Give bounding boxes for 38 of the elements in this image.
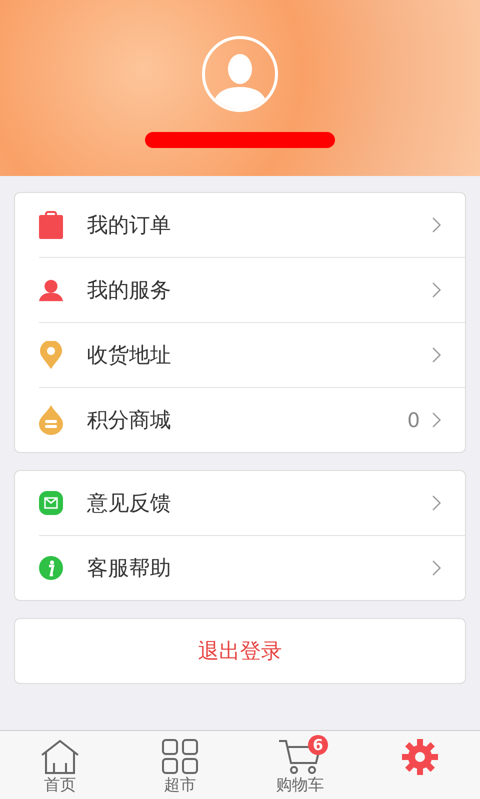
person-icon xyxy=(39,278,63,302)
chevron-right-icon xyxy=(432,217,441,233)
clipboard-icon xyxy=(39,211,63,239)
chevron-right-icon xyxy=(432,347,441,363)
menu-item[interactable]: 收货地址 xyxy=(39,322,465,387)
tab-item[interactable]: 超市 xyxy=(120,731,240,799)
menu-item-label: 我的订单 xyxy=(87,212,172,239)
chevron-right-icon xyxy=(432,495,441,511)
logout-button[interactable]: 退出登录 xyxy=(14,618,466,684)
menu-item[interactable]: 我的服务 xyxy=(39,257,465,322)
tab-label: 首页 xyxy=(44,775,76,795)
tab-label: 超市 xyxy=(164,775,196,795)
menu-item-label: 我的服务 xyxy=(87,277,172,304)
info-icon xyxy=(39,556,63,580)
cart-icon xyxy=(278,739,322,775)
tab-label: 购物车 xyxy=(276,775,324,795)
chevron-right-icon xyxy=(432,560,441,576)
tab-item[interactable]: 首页 xyxy=(0,731,120,799)
grid-icon xyxy=(161,739,199,775)
menu-item-label: 收货地址 xyxy=(87,342,172,369)
coin-drop-icon xyxy=(39,405,63,435)
menu-item-label: 客服帮助 xyxy=(87,555,172,582)
menu-item[interactable]: 积分商城 0 xyxy=(39,387,465,452)
menu-item-label: 意见反馈 xyxy=(87,490,172,517)
avatar-placeholder[interactable] xyxy=(202,36,278,112)
mail-icon xyxy=(39,491,63,515)
menu-item-label: 积分商城 xyxy=(87,407,172,434)
cart-count-badge: 6 xyxy=(308,735,328,755)
menu-item[interactable]: 我的订单 xyxy=(15,193,465,257)
gear-icon xyxy=(401,739,439,775)
points-count: 0 xyxy=(407,408,420,432)
location-pin-icon xyxy=(40,341,62,369)
home-icon xyxy=(40,739,80,775)
chevron-right-icon xyxy=(432,282,441,298)
menu-item[interactable]: 客服帮助 xyxy=(39,535,465,600)
chevron-right-icon xyxy=(432,412,441,428)
tab-item[interactable]: 购物车 6 xyxy=(240,731,360,799)
menu-item[interactable]: 意见反馈 xyxy=(15,471,465,535)
